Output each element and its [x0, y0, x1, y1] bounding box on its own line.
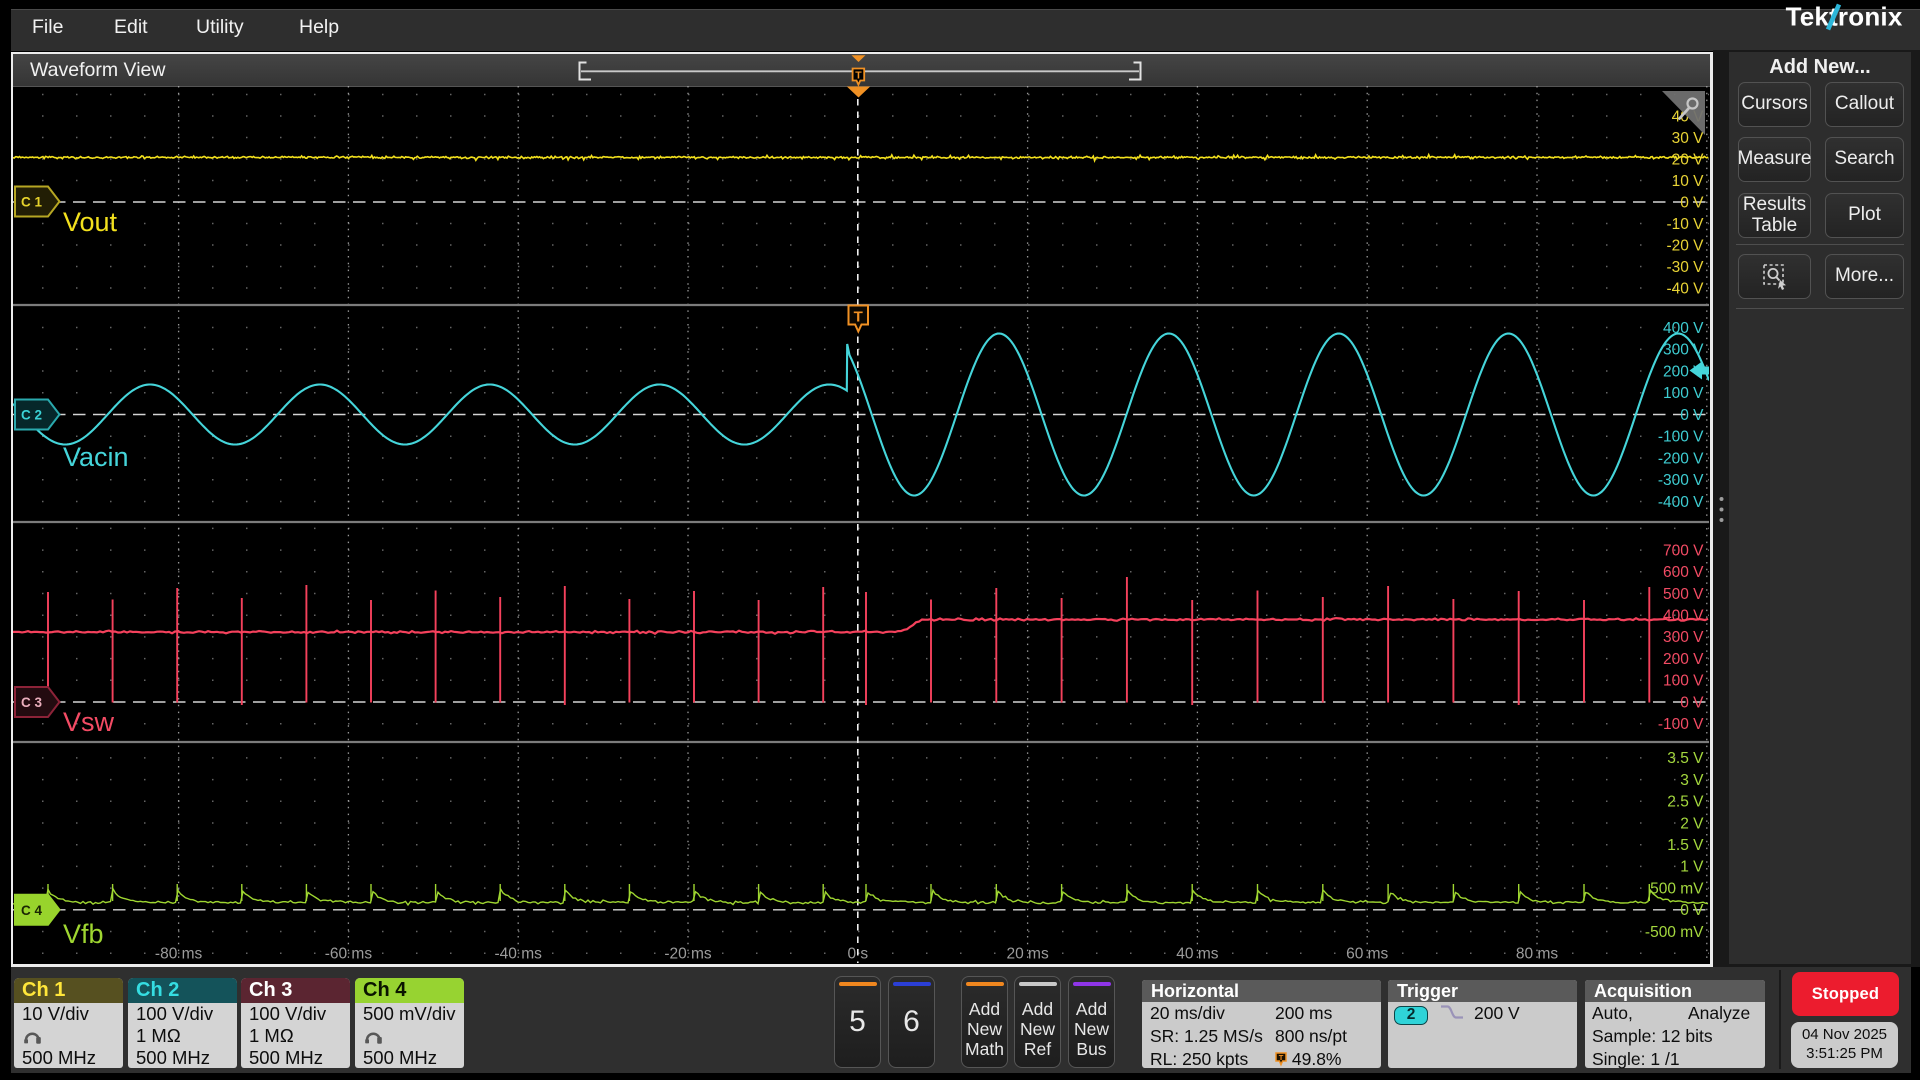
svg-text:600 V: 600 V	[1663, 564, 1704, 581]
svg-text:-80 ms: -80 ms	[155, 946, 203, 963]
svg-text:3 V: 3 V	[1680, 772, 1704, 789]
svg-text:30 V: 30 V	[1672, 130, 1705, 147]
svg-text:C 1: C 1	[21, 195, 43, 210]
svg-text:-200 V: -200 V	[1658, 450, 1704, 467]
svg-text:-100 V: -100 V	[1658, 716, 1704, 733]
svg-text:-60 ms: -60 ms	[325, 946, 373, 963]
svg-text:10 V: 10 V	[1672, 173, 1705, 190]
svg-text:80 ms: 80 ms	[1516, 946, 1558, 963]
svg-text:C 2: C 2	[21, 408, 42, 423]
svg-text:100 V: 100 V	[1663, 673, 1704, 690]
svg-text:3.5 V: 3.5 V	[1667, 750, 1704, 767]
svg-text:0 V: 0 V	[1680, 194, 1704, 211]
svg-text:C 3: C 3	[21, 695, 43, 710]
svg-text:T: T	[854, 309, 863, 326]
svg-text:-10 V: -10 V	[1666, 216, 1704, 233]
svg-text:Tektronix: Tektronix	[1786, 2, 1903, 32]
svg-text:T: T	[1279, 1053, 1284, 1062]
svg-text:1 V: 1 V	[1680, 859, 1704, 876]
svg-text:20 ms: 20 ms	[1006, 946, 1048, 963]
svg-text:400 V: 400 V	[1663, 608, 1704, 625]
svg-text:-20 ms: -20 ms	[664, 946, 712, 963]
svg-text:2.5 V: 2.5 V	[1667, 794, 1704, 811]
svg-text:500 V: 500 V	[1663, 586, 1704, 603]
svg-text:-40 ms: -40 ms	[495, 946, 543, 963]
svg-text:-500 mV: -500 mV	[1645, 924, 1704, 941]
svg-text:Vout: Vout	[63, 207, 118, 237]
svg-text:-20 V: -20 V	[1666, 237, 1704, 254]
svg-text:300 V: 300 V	[1663, 342, 1704, 359]
svg-text:-30 V: -30 V	[1666, 259, 1704, 276]
svg-text:0 V: 0 V	[1680, 407, 1704, 424]
svg-text:T: T	[855, 70, 862, 82]
svg-text:700 V: 700 V	[1663, 542, 1704, 559]
svg-text:C 4: C 4	[21, 903, 43, 918]
svg-text:200 V: 200 V	[1663, 651, 1704, 668]
svg-text:-300 V: -300 V	[1658, 472, 1704, 489]
svg-text:-100 V: -100 V	[1658, 429, 1704, 446]
svg-text:100 V: 100 V	[1663, 385, 1704, 402]
svg-text:500 mV: 500 mV	[1650, 880, 1704, 897]
svg-text:40 ms: 40 ms	[1176, 946, 1218, 963]
svg-text:Vacin: Vacin	[63, 442, 129, 472]
svg-text:-40 V: -40 V	[1666, 280, 1704, 297]
svg-text:1.5 V: 1.5 V	[1667, 837, 1704, 854]
svg-text:-400 V: -400 V	[1658, 494, 1704, 511]
svg-text:2 V: 2 V	[1680, 815, 1704, 832]
svg-text:Vfb: Vfb	[63, 919, 104, 949]
svg-text:60 ms: 60 ms	[1346, 946, 1388, 963]
svg-text:400 V: 400 V	[1663, 320, 1704, 337]
svg-text:0 s: 0 s	[847, 946, 868, 963]
svg-text:0 V: 0 V	[1680, 902, 1704, 919]
svg-text:Vsw: Vsw	[63, 707, 115, 737]
svg-text:300 V: 300 V	[1663, 629, 1704, 646]
svg-text:0 V: 0 V	[1680, 694, 1704, 711]
svg-text:20 V: 20 V	[1672, 151, 1705, 168]
